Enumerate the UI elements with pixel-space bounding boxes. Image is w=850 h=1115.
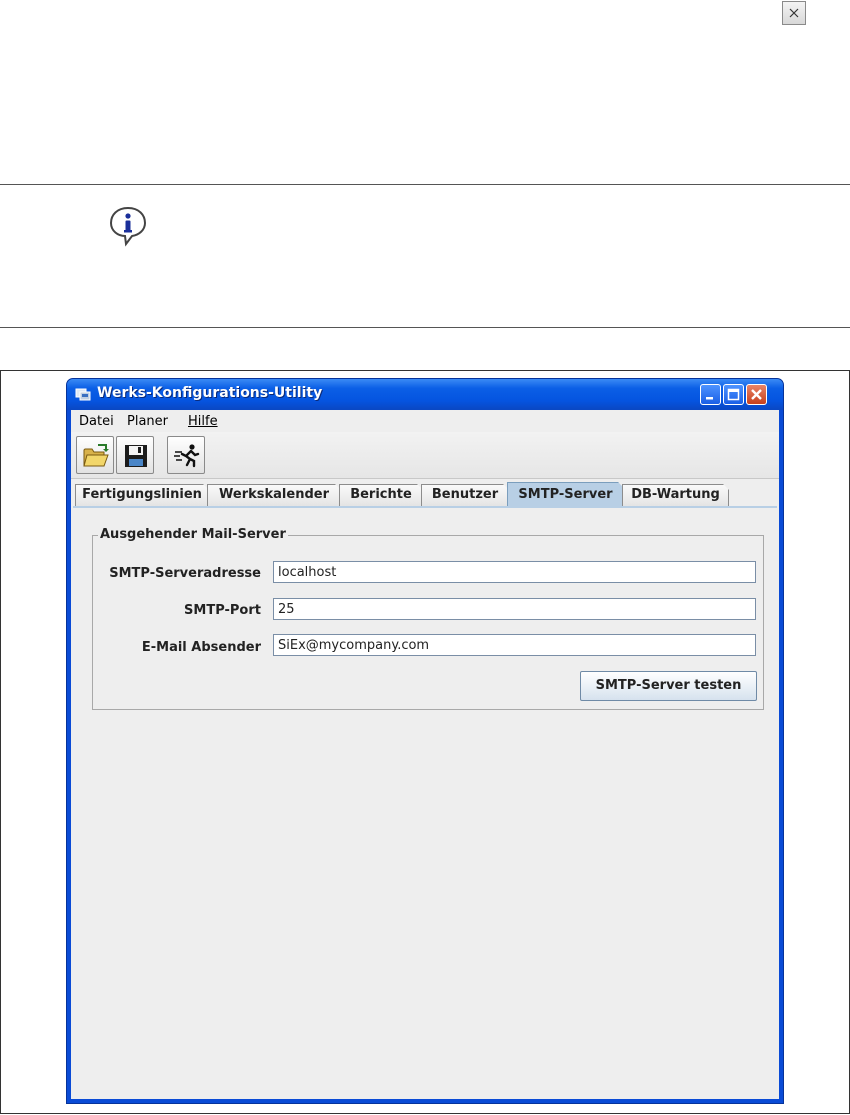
menu-hilfe[interactable]: Hilfe (188, 414, 218, 429)
run-button[interactable] (167, 436, 205, 474)
tab-berichte[interactable]: Berichte (339, 484, 423, 506)
sender-email-label: E-Mail Absender (141, 640, 261, 655)
menu-datei[interactable]: Datei (79, 414, 114, 429)
tab-benutzer[interactable]: Benutzer (421, 484, 509, 506)
title-bar[interactable]: Werks-Konfigurations-Utility (67, 379, 783, 410)
sender-email-input[interactable] (273, 634, 756, 656)
menu-bar: Datei Planer Hilfe (71, 410, 779, 432)
app-icon (75, 388, 91, 401)
info-icon (109, 206, 147, 247)
test-smtp-button[interactable]: SMTP-Server testen (580, 671, 757, 701)
open-folder-icon (83, 444, 109, 467)
maximize-button[interactable] (723, 384, 744, 405)
tab-strip: Fertigungslinien Werkskalender Berichte … (71, 480, 779, 506)
close-icon (789, 8, 799, 18)
minimize-icon (706, 397, 713, 400)
group-title: Ausgehender Mail-Server (98, 527, 288, 542)
run-icon (174, 444, 200, 468)
smtp-panel: Ausgehender Mail-Server SMTP-Serveradres… (73, 506, 777, 1098)
minimize-button[interactable] (700, 384, 721, 405)
maximize-icon (727, 388, 740, 401)
dismiss-button[interactable] (782, 1, 806, 25)
tab-werkskalender[interactable]: Werkskalender (207, 484, 341, 506)
save-button[interactable] (116, 436, 154, 474)
port-label: SMTP-Port (184, 603, 261, 618)
divider-bottom (0, 327, 850, 328)
tab-fertigungslinien[interactable]: Fertigungslinien (75, 484, 209, 506)
toolbar (71, 432, 779, 479)
save-disk-icon (125, 445, 147, 467)
open-button[interactable] (76, 436, 114, 474)
window-client: Datei Planer Hilfe Fertigungslinien Werk… (71, 410, 779, 1099)
window-title: Werks-Konfigurations-Utility (97, 385, 323, 401)
server-address-input[interactable] (273, 561, 756, 583)
mail-server-group: Ausgehender Mail-Server SMTP-Serveradres… (92, 527, 764, 710)
close-icon (751, 389, 762, 400)
tab-smtp-server[interactable]: SMTP-Server (507, 482, 624, 507)
menu-planer[interactable]: Planer (127, 414, 168, 429)
close-window-button[interactable] (746, 384, 767, 405)
app-window: Werks-Konfigurations-Utility Datei Plane… (66, 378, 784, 1104)
server-address-label: SMTP-Serveradresse (109, 566, 261, 581)
tab-db-wartung[interactable]: DB-Wartung (622, 484, 729, 506)
divider-top (0, 184, 850, 185)
port-input[interactable] (273, 598, 756, 620)
